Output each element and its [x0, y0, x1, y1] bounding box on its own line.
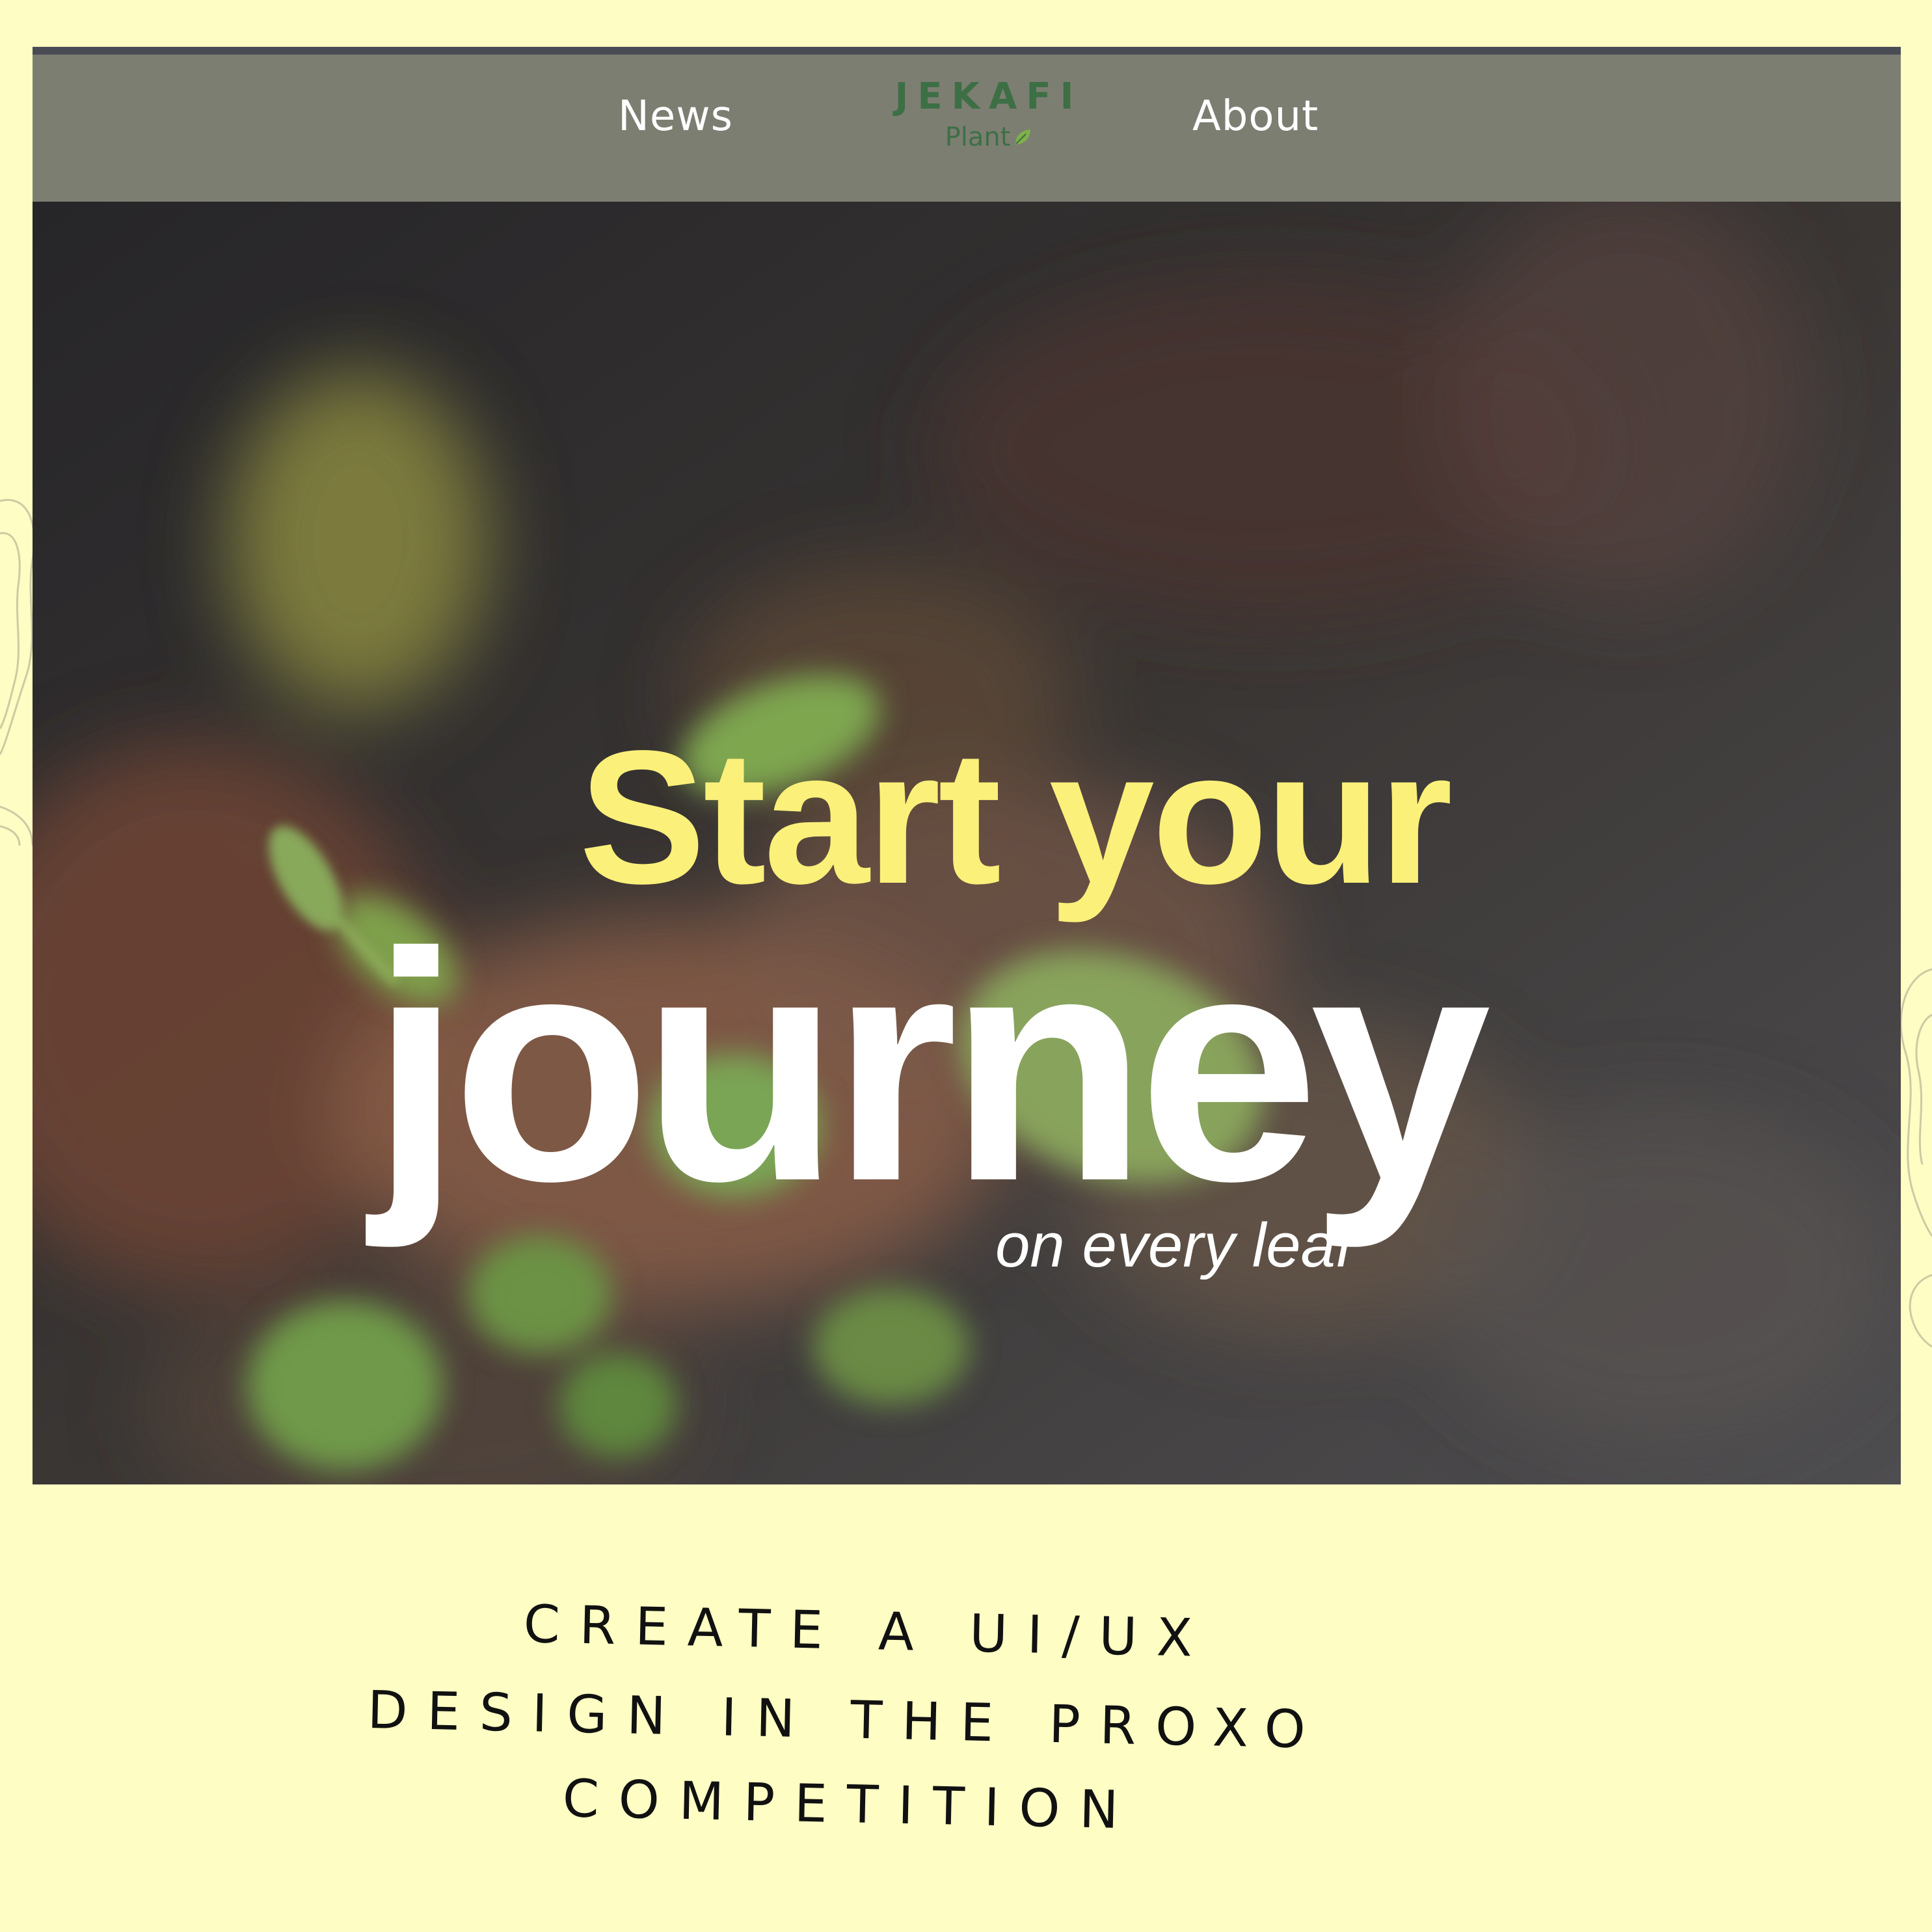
logo-subtitle-text: Plant — [945, 122, 1011, 152]
caption-line-3: COMPETITION — [562, 1768, 1139, 1841]
website-preview: News JEKAFI Plant About Start your journ… — [33, 47, 1901, 1484]
brand-logo[interactable]: JEKAFI Plant — [878, 75, 1099, 186]
nav-link-news[interactable]: News — [618, 92, 733, 141]
window-top-border — [33, 47, 1901, 55]
hero-tagline: on every leaf — [995, 1211, 1353, 1280]
hero-headline-start: Start your — [579, 711, 1453, 923]
logo-subtitle: Plant — [878, 122, 1099, 154]
hero-headline-journey: journey — [371, 885, 1491, 1248]
nav-link-about[interactable]: About — [1192, 92, 1319, 141]
top-navbar: News JEKAFI Plant About — [33, 55, 1901, 202]
hero-section: Start your journey on every leaf — [33, 202, 1901, 1484]
logo-wordmark: JEKAFI — [894, 75, 1083, 118]
leaf-icon — [1013, 124, 1032, 154]
